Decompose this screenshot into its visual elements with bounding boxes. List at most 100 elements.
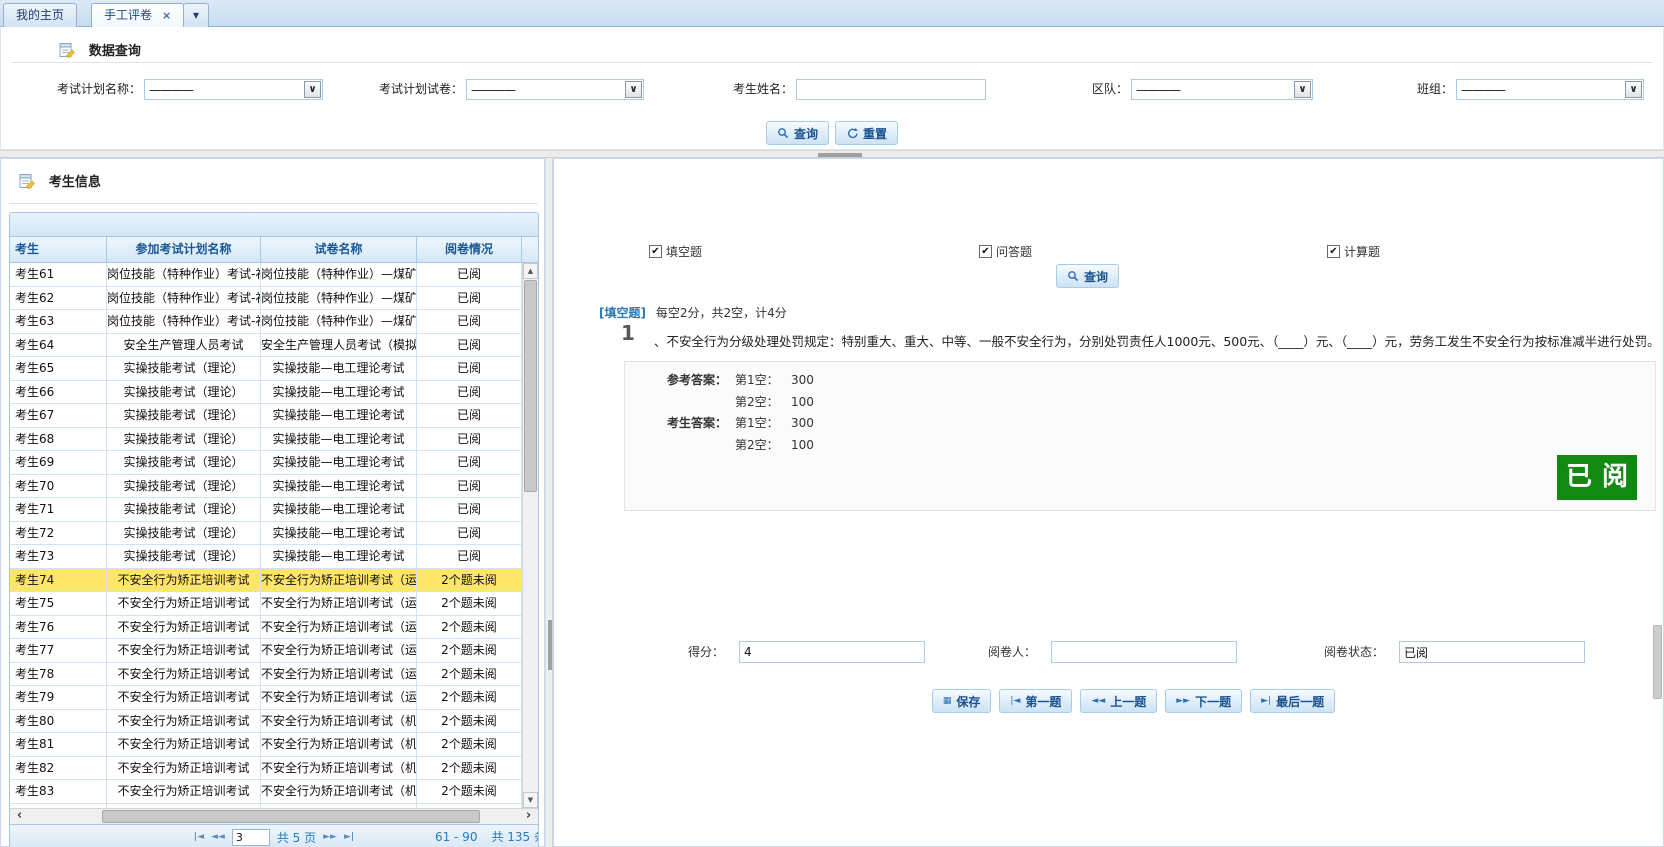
cell-paper-name: 不安全行为矫正培训考试（运转	[261, 616, 417, 640]
work-group-select[interactable]: ———— ∨	[1456, 79, 1644, 100]
answer-row: 考生答案：第1空：300	[625, 413, 1655, 435]
reset-button[interactable]: 重置	[835, 121, 898, 145]
question-type-filters: ✔填空题 ✔问答题 ✔计算题	[554, 243, 1663, 259]
tab-list-menu-button[interactable]: ▾	[183, 3, 209, 27]
table-row[interactable]: 考生80不安全行为矫正培训考试不安全行为矫正培训考试（机电2个题未阅	[10, 710, 522, 734]
vertical-scrollbar[interactable]: ▲ ▼	[522, 263, 538, 808]
table-row[interactable]: 考生79不安全行为矫正培训考试不安全行为矫正培训考试（运转2个题未阅	[10, 686, 522, 710]
cell-paper-name: 实操技能—电工理论考试	[261, 381, 417, 405]
table-row[interactable]: 考生62岗位技能（特种作业）考试-补考岗位技能（特种作业）—煤矿井已阅	[10, 287, 522, 311]
cell-exam-plan: 实操技能考试（理论）	[107, 404, 261, 428]
table-row[interactable]: 考生73实操技能考试（理论）实操技能—电工理论考试已阅	[10, 545, 522, 569]
cell-grading-status: 已阅	[417, 545, 522, 569]
vertical-splitter[interactable]	[545, 158, 553, 847]
grading-status-input[interactable]	[1399, 641, 1585, 663]
cell-grading-status: 已阅	[417, 357, 522, 381]
dropdown-trigger-icon[interactable]: ∨	[625, 81, 642, 98]
question-type-filter[interactable]: ✔填空题	[649, 243, 702, 260]
scroll-down-icon[interactable]: ▼	[523, 792, 538, 808]
save-button[interactable]: ▦保存	[932, 689, 992, 713]
table-row[interactable]: 考生66实操技能考试（理论）实操技能—电工理论考试已阅	[10, 381, 522, 405]
grader-input[interactable]	[1051, 641, 1237, 663]
table-row[interactable]: 考生61岗位技能（特种作业）考试-补考岗位技能（特种作业）—煤矿井已阅	[10, 263, 522, 287]
cell-candidate: 考生81	[10, 733, 107, 757]
dropdown-trigger-icon[interactable]: ∨	[304, 81, 321, 98]
last-question-button[interactable]: ►|最后一题	[1250, 689, 1335, 713]
table-row[interactable]: 考生82不安全行为矫正培训考试不安全行为矫正培训考试（机电2个题未阅	[10, 757, 522, 781]
table-row[interactable]: 考生75不安全行为矫正培训考试不安全行为矫正培训考试（运转2个题未阅	[10, 592, 522, 616]
prev-question-button[interactable]: ◄◄上一题	[1080, 689, 1157, 713]
exam-plan-name-select[interactable]: ———— ∨	[144, 79, 323, 100]
horizontal-scrollbar[interactable]: ‹ ›	[10, 808, 538, 824]
last-page-icon[interactable]: ►|	[344, 832, 354, 842]
question-type-filter[interactable]: ✔计算题	[1327, 243, 1380, 260]
first-question-button[interactable]: |◄第一题	[999, 689, 1072, 713]
table-row[interactable]: 考生64安全生产管理人员考试安全生产管理人员考试（模拟）已阅	[10, 334, 522, 358]
table-row[interactable]: 考生72实操技能考试（理论）实操技能—电工理论考试已阅	[10, 522, 522, 546]
cell-candidate: 考生66	[10, 381, 107, 405]
table-row[interactable]: 考生70实操技能考试（理论）实操技能—电工理论考试已阅	[10, 475, 522, 499]
dropdown-trigger-icon[interactable]: ∨	[1625, 81, 1642, 98]
scroll-right-icon[interactable]: ›	[521, 809, 536, 824]
table-row[interactable]: 考生77不安全行为矫正培训考试不安全行为矫正培训考试（运转2个题未阅	[10, 639, 522, 663]
filter-district-team: 区队： ———— ∨	[1008, 79, 1313, 100]
question-nav-buttons: ▦保存 |◄第一题 ◄◄上一题 ►►下一题 ►|最后一题	[579, 689, 1664, 713]
table-row[interactable]: 考生81不安全行为矫正培训考试不安全行为矫正培训考试（机电2个题未阅	[10, 733, 522, 757]
scrollbar-thumb[interactable]	[524, 280, 537, 492]
table-row[interactable]: 考生71实操技能考试（理论）实操技能—电工理论考试已阅	[10, 498, 522, 522]
dropdown-trigger-icon[interactable]: ∨	[1294, 81, 1311, 98]
search-button[interactable]: 查询	[766, 121, 829, 145]
table-row[interactable]: 考生74不安全行为矫正培训考试不安全行为矫正培训考试（运转2个题未阅	[10, 569, 522, 593]
question-type-filter[interactable]: ✔问答题	[979, 243, 1032, 260]
cell-grading-status: 2个题未阅	[417, 639, 522, 663]
close-icon[interactable]: ×	[162, 9, 171, 22]
header-spacer	[522, 237, 538, 263]
page-number-input[interactable]	[232, 829, 270, 846]
table-row[interactable]: 考生76不安全行为矫正培训考试不安全行为矫正培训考试（运转2个题未阅	[10, 616, 522, 640]
table-row[interactable]: 考生69实操技能考试（理论）实操技能—电工理论考试已阅	[10, 451, 522, 475]
scroll-left-icon[interactable]: ‹	[12, 809, 27, 824]
score-field: 得分：	[614, 641, 925, 663]
tab-manual-grading[interactable]: 手工评卷×	[91, 3, 184, 27]
exam-plan-paper-select[interactable]: ———— ∨	[466, 79, 644, 100]
answer-value: 100	[791, 392, 814, 414]
grid-header-row: 考生参加考试计划名称试卷名称阅卷情况	[10, 237, 538, 263]
first-page-icon[interactable]: |◄	[194, 832, 204, 842]
splitter-grip[interactable]	[818, 153, 862, 157]
candidate-name-input[interactable]	[796, 79, 986, 100]
manual-grading-app: 我的主页 手工评卷× ▾ 数据查询 考试计划名称： ———— ∨	[0, 0, 1664, 847]
score-input[interactable]	[739, 641, 925, 663]
range-text: 61 - 90	[435, 830, 478, 844]
cell-grading-status: 已阅	[417, 522, 522, 546]
grader-field: 阅卷人：	[926, 641, 1237, 663]
cell-grading-status: 已阅	[417, 310, 522, 334]
checkbox-icon[interactable]: ✔	[649, 245, 662, 258]
horizontal-splitter[interactable]	[0, 150, 1664, 158]
table-row[interactable]: 考生65实操技能考试（理论）实操技能—电工理论考试已阅	[10, 357, 522, 381]
pagination-bar: |◄ ◄◄ 共 5 页 ►► ►| 61 - 90共 135 条	[10, 824, 538, 847]
grading-search-button[interactable]: 查询	[1056, 264, 1119, 288]
scrollbar-thumb[interactable]	[102, 810, 480, 823]
prev-page-icon[interactable]: ◄◄	[211, 832, 225, 842]
checkbox-icon[interactable]: ✔	[979, 245, 992, 258]
column-header[interactable]: 考生	[10, 237, 107, 263]
table-row[interactable]: 考生67实操技能考试（理论）实操技能—电工理论考试已阅	[10, 404, 522, 428]
next-icon: ►►	[1176, 696, 1190, 706]
splitter-grip[interactable]	[548, 620, 552, 670]
next-question-button[interactable]: ►►下一题	[1165, 689, 1242, 713]
table-row[interactable]: 考生63岗位技能（特种作业）考试-补考岗位技能（特种作业）—煤矿井已阅	[10, 310, 522, 334]
district-team-select[interactable]: ———— ∨	[1131, 79, 1313, 100]
panel-scrollbar-thumb[interactable]	[1653, 625, 1662, 699]
table-row[interactable]: 考生68实操技能考试（理论）实操技能—电工理论考试已阅	[10, 428, 522, 452]
tab-my-home[interactable]: 我的主页	[3, 3, 77, 27]
next-page-icon[interactable]: ►►	[323, 832, 337, 842]
table-row[interactable]: 考生78不安全行为矫正培训考试不安全行为矫正培训考试（运转2个题未阅	[10, 663, 522, 687]
column-header[interactable]: 试卷名称	[261, 237, 417, 263]
cell-grading-status: 已阅	[417, 381, 522, 405]
column-header[interactable]: 参加考试计划名称	[107, 237, 261, 263]
column-header[interactable]: 阅卷情况	[417, 237, 522, 263]
table-row[interactable]: 考生83不安全行为矫正培训考试不安全行为矫正培训考试（机电2个题未阅	[10, 780, 522, 804]
checkbox-icon[interactable]: ✔	[1327, 245, 1340, 258]
answer-slot-label: 第2空：	[735, 392, 791, 414]
scroll-up-icon[interactable]: ▲	[523, 263, 538, 279]
